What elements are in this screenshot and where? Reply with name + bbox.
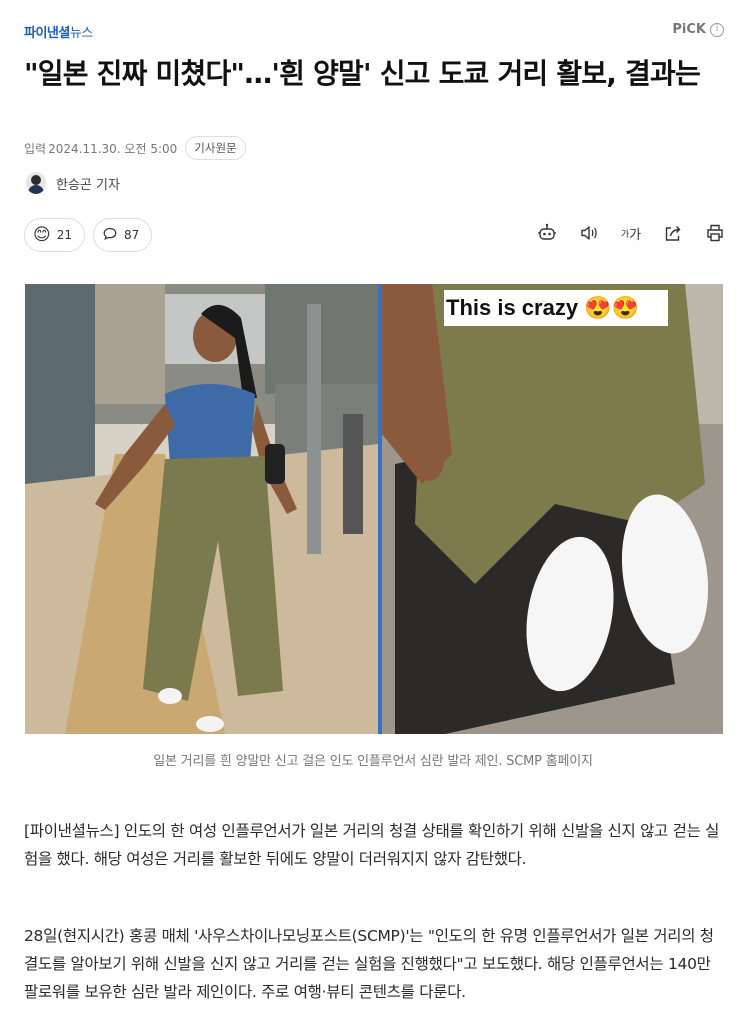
font-size-label: 가: [629, 227, 642, 243]
photo-overlay-text: This is crazy 😍😍: [446, 295, 639, 320]
photo-caption: 일본 거리를 흰 양말만 신고 걸은 인도 인플루언서 심란 발라 제인. SC…: [153, 754, 593, 769]
print-icon[interactable]: [704, 222, 726, 244]
article-paragraph-1: [파이낸셜뉴스] 인도의 한 여성 인플루언서가 일본 거리의 청결 상태를 확…: [24, 822, 720, 868]
top-bar: 파이낸셜뉴스 PiCK i: [24, 22, 724, 42]
press-logo-name: 파이낸셜: [24, 26, 70, 41]
comment-count: 87: [124, 228, 140, 242]
reporter-avatar: [26, 172, 46, 194]
article-headline: "일본 진짜 미쳤다"…'흰 양말' 신고 도쿄 거리 활보, 결과는: [24, 57, 701, 90]
article-paragraph-2: 28일(현지시간) 홍콩 매체 '사우스차이나모닝포스트(SCMP)'는 "인도…: [24, 927, 714, 1001]
article-meta: 입력 2024.11.30. 오전 5:00 기사원문: [24, 136, 246, 160]
meta-label: 입력: [24, 141, 47, 156]
emotion-count: 21: [56, 228, 73, 242]
reporter-name: 한승곤 기자: [56, 177, 120, 193]
comment-icon: [102, 226, 118, 245]
reaction-bar: 😊 21 87: [24, 218, 153, 252]
pick-badge[interactable]: PiCK i: [672, 22, 724, 37]
share-icon[interactable]: [662, 222, 684, 244]
robot-summary-icon[interactable]: [536, 222, 558, 244]
pick-label: PiCK: [672, 22, 706, 37]
article-tools: 가가: [536, 222, 726, 244]
comment-button[interactable]: 87: [93, 218, 153, 252]
font-size-icon[interactable]: 가가: [620, 222, 642, 244]
emotion-icon: 😊: [33, 224, 51, 245]
info-icon[interactable]: i: [710, 22, 724, 37]
press-logo-sub: 뉴스: [69, 26, 93, 41]
press-logo[interactable]: 파이낸셜뉴스: [24, 22, 93, 41]
reporter-link[interactable]: 한승곤 기자: [26, 172, 120, 194]
emotion-button[interactable]: 😊 21: [24, 218, 86, 252]
original-article-button[interactable]: 기사원문: [185, 136, 246, 160]
speaker-icon[interactable]: [578, 222, 600, 244]
article-photo: This is crazy 😍😍: [25, 284, 723, 734]
photo-illustration: [25, 284, 723, 734]
publish-datetime: 2024.11.30. 오전 5:00: [48, 141, 178, 156]
